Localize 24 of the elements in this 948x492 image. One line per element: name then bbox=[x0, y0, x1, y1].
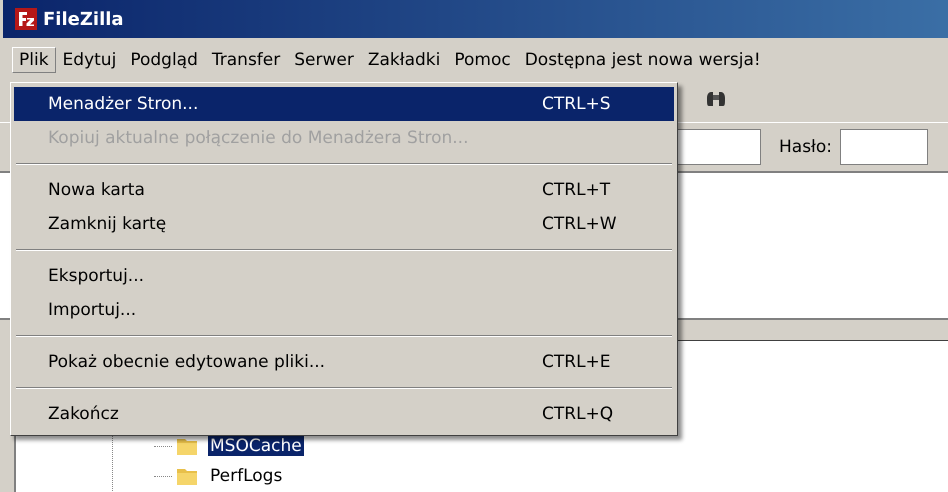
menu-bar-item[interactable]: Zakładki bbox=[360, 47, 448, 73]
app-logo-icon bbox=[15, 8, 37, 30]
password-field[interactable] bbox=[840, 129, 928, 165]
menu-item[interactable]: Pokaż obecnie edytowane pliki... CTRL+E bbox=[14, 345, 674, 379]
menu-item[interactable]: Eksportuj... bbox=[14, 259, 674, 293]
menu-bar-item[interactable]: Edytuj bbox=[56, 47, 124, 73]
tree-item[interactable]: MSOCache bbox=[208, 436, 304, 456]
folder-icon bbox=[176, 466, 198, 486]
window-title: FileZilla bbox=[43, 8, 124, 30]
menu-bar-item[interactable]: Podgląd bbox=[123, 47, 205, 73]
menu-bar-item[interactable]: Plik bbox=[12, 47, 56, 73]
menu-item[interactable]: Zamknij kartę CTRL+W bbox=[14, 207, 674, 241]
menu-bar-item[interactable]: Serwer bbox=[287, 47, 361, 73]
menu-item[interactable]: Importuj... bbox=[14, 293, 674, 327]
menu-bar-item[interactable]: Pomoc bbox=[447, 47, 518, 73]
menu-item[interactable]: Nowa karta CTRL+T bbox=[14, 173, 674, 207]
password-label: Hasło: bbox=[779, 137, 832, 157]
tree-item[interactable]: PerfLogs bbox=[208, 466, 284, 486]
menu-item[interactable]: Zakończ CTRL+Q bbox=[14, 397, 674, 431]
menu-bar-item[interactable]: Dostępna jest nowa wersja! bbox=[518, 47, 768, 73]
input-field[interactable] bbox=[675, 129, 761, 165]
menu-item[interactable]: Menadżer Stron... CTRL+S bbox=[14, 87, 674, 121]
menu-bar-item[interactable]: Transfer bbox=[204, 47, 288, 73]
folder-icon bbox=[176, 436, 198, 456]
